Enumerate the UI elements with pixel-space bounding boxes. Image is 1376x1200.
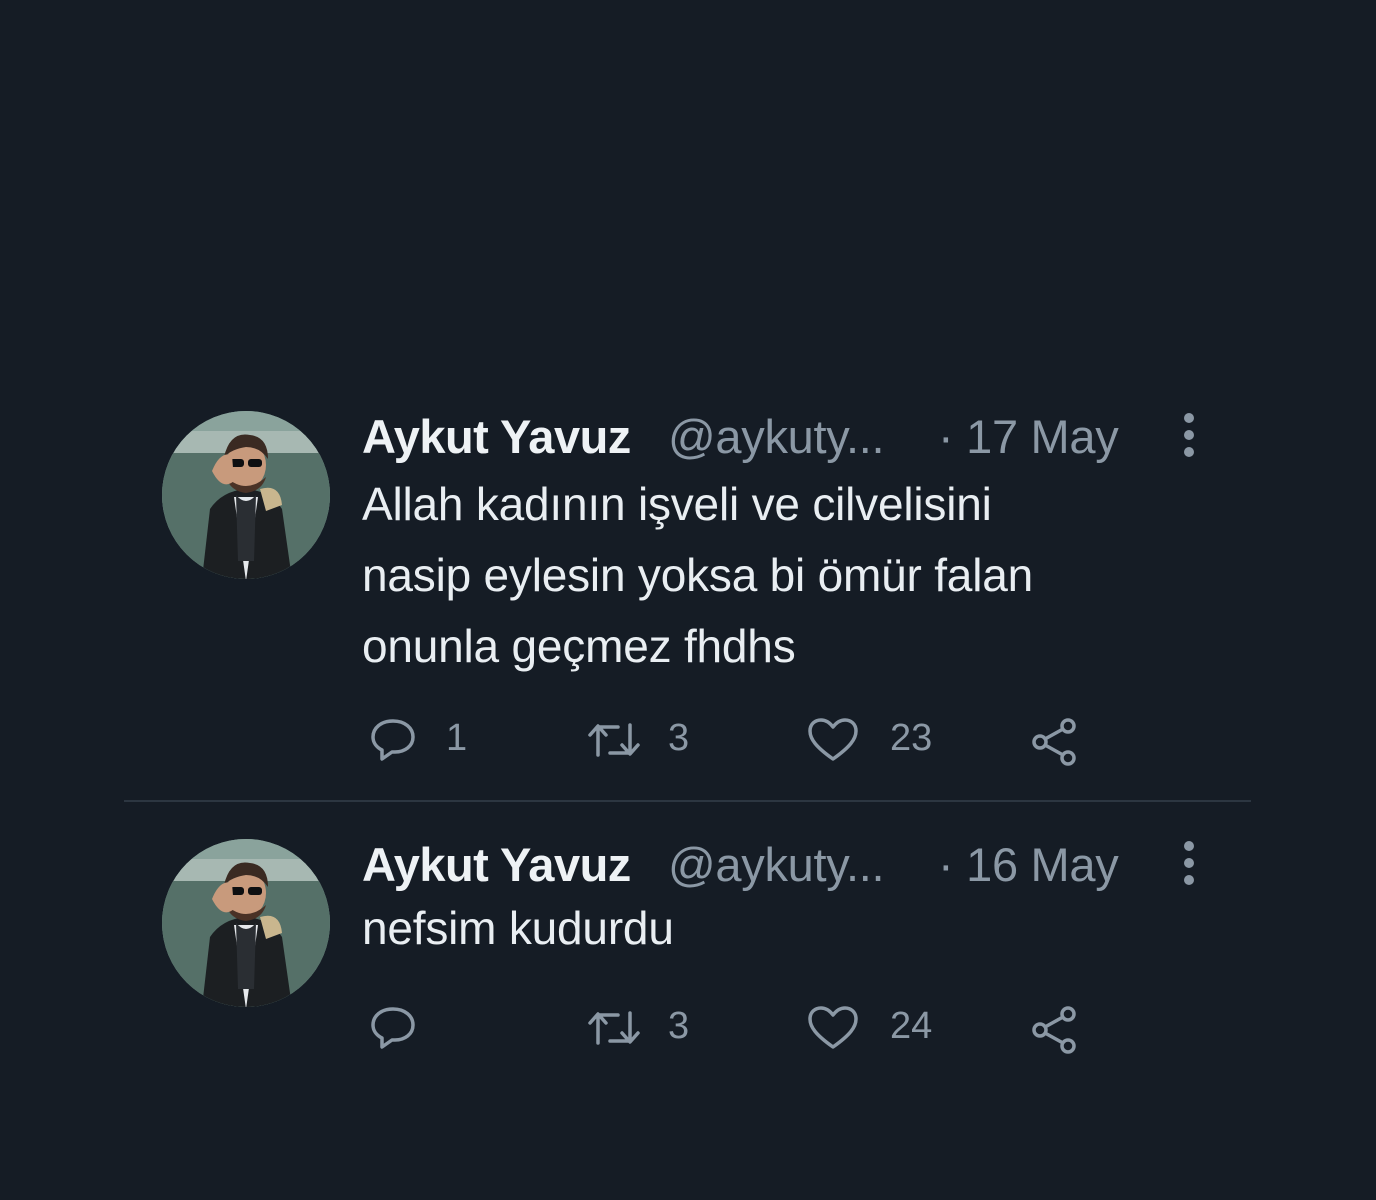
author-handle[interactable]: @aykuty...: [668, 837, 885, 892]
reply-icon: [371, 719, 415, 761]
reply-button[interactable]: 1: [368, 711, 488, 767]
tweet-text-line: Allah kadının işveli ve cilvelisini: [362, 478, 992, 530]
retweet-button[interactable]: 3: [584, 711, 714, 767]
more-vertical-icon[interactable]: [1170, 837, 1210, 889]
author-handle[interactable]: @aykuty...: [668, 409, 885, 464]
like-icon: [808, 1006, 858, 1049]
reply-count: 1: [446, 717, 468, 759]
like-button[interactable]: 23: [806, 711, 946, 767]
reply-button[interactable]: [368, 999, 488, 1055]
retweet-count: 3: [668, 717, 690, 759]
like-count: 23: [890, 717, 933, 759]
tweet-date[interactable]: · 16 May: [938, 837, 1119, 892]
tweet-text-line: nasip eylesin yoksa bi ömür falan: [362, 549, 1033, 601]
reply-icon: [371, 1007, 415, 1049]
tweet-header: Aykut Yavuz @aykuty... · 17 May: [362, 405, 1242, 465]
share-icon: [1032, 1006, 1076, 1054]
avatar[interactable]: [162, 839, 330, 1007]
tweet-header: Aykut Yavuz @aykuty... · 16 May: [362, 833, 1242, 893]
retweet-button[interactable]: 3: [584, 999, 714, 1055]
tweet-actions: 1 3 23: [362, 711, 1162, 767]
avatar-photo: [162, 411, 330, 579]
author-name[interactable]: Aykut Yavuz: [362, 409, 631, 464]
avatar-photo: [162, 839, 330, 1007]
timeline-screen: Aykut Yavuz @aykuty... · 17 May Allah ka…: [0, 0, 1376, 1200]
tweet-text: nefsim kudurdu: [362, 893, 1222, 964]
avatar[interactable]: [162, 411, 330, 579]
retweet-icon: [588, 1011, 640, 1045]
share-button[interactable]: [1028, 999, 1088, 1055]
like-button[interactable]: 24: [806, 999, 946, 1055]
tweet-date[interactable]: · 17 May: [938, 409, 1119, 464]
share-icon: [1032, 718, 1076, 766]
author-name[interactable]: Aykut Yavuz: [362, 837, 631, 892]
tweet-actions: 3 24: [362, 999, 1162, 1055]
retweet-count: 3: [668, 1005, 690, 1047]
tweet-divider: [124, 800, 1251, 802]
tweet-text-line: onunla geçmez fhdhs: [362, 620, 796, 672]
like-count: 24: [890, 1005, 933, 1047]
tweet-text: Allah kadının işveli ve cilvelisini nasi…: [362, 469, 1222, 682]
tweet-text-line: nefsim kudurdu: [362, 902, 674, 954]
more-vertical-icon[interactable]: [1170, 409, 1210, 461]
retweet-icon: [588, 723, 640, 757]
like-icon: [808, 718, 858, 761]
share-button[interactable]: [1028, 711, 1088, 767]
